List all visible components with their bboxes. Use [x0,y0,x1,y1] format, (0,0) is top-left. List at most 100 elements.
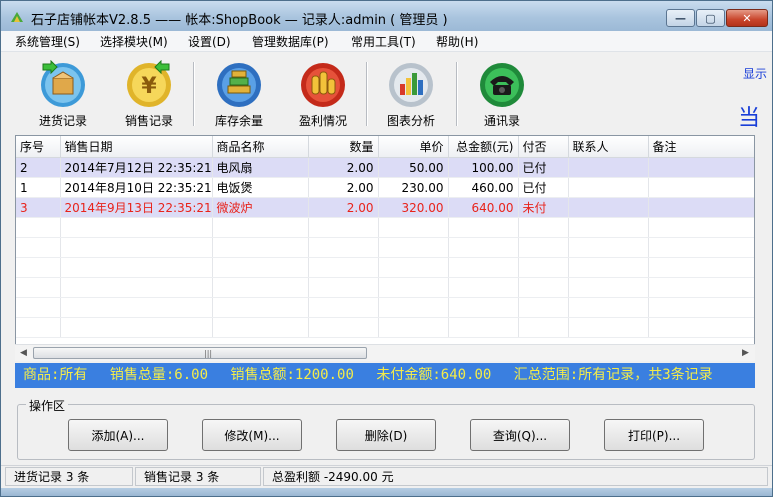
cell-product: 微波炉 [212,197,309,218]
scroll-left-icon[interactable]: ◀ [20,348,27,358]
empty-row [16,297,754,318]
cell-id: 3 [16,197,61,218]
toolbar-purchase-label: 进货记录 [38,114,87,128]
column-header-price[interactable]: 单价 [378,136,449,158]
column-header-paid[interactable]: 付否 [518,136,569,158]
empty-row [16,257,754,278]
title-bar[interactable]: 石子店铺帐本V2.8.5 —— 帐本:ShopBook — 记录人:admin … [1,1,772,31]
toolbar-stock-button[interactable]: 库存余量 [201,58,277,130]
query-button[interactable]: 查询(Q)... [470,419,570,451]
toolbar-purchase-button[interactable]: 进货记录 [25,58,101,130]
column-header-note[interactable]: 备注 [648,136,754,158]
column-header-product[interactable]: 商品名称 [212,136,309,158]
edit-button[interactable]: 修改(M)... [202,419,302,451]
main-window: 石子店铺帐本V2.8.5 —— 帐本:ShopBook — 记录人:admin … [0,0,773,497]
horizontal-scrollbar[interactable]: ◀ ||| ▶ [15,344,755,361]
status-sales-count: 销售记录 3 条 [135,467,261,486]
phone-icon [480,63,524,107]
toolbar-profit-button[interactable]: 盈利情况 [285,58,361,130]
cell-price: 230.00 [378,177,449,198]
menu-database[interactable]: 管理数据库(P) [252,33,329,50]
cell-note [648,177,754,198]
toolbar-separator [456,62,458,126]
column-header-contact[interactable]: 联系人 [568,136,649,158]
menu-tools[interactable]: 常用工具(T) [351,33,416,50]
grip-icon: ||| [204,349,213,358]
chart-icon [389,63,433,107]
cell-id: 2 [16,157,61,178]
scrollbar-thumb[interactable]: ||| [33,347,367,359]
delete-button[interactable]: 删除(D) [336,419,436,451]
summary-range: 汇总范围:所有记录，共3条记录 [513,367,713,383]
window-title: 石子店铺帐本V2.8.5 —— 帐本:ShopBook — 记录人:admin … [31,13,448,28]
summary-unpaid: 未付金额:640.00 [376,367,492,383]
toolbar-chart-label: 图表分析 [386,114,435,128]
operation-group-legend: 操作区 [26,397,69,414]
cell-paid: 未付 [518,197,569,218]
empty-row [16,217,754,238]
svg-text:¥: ¥ [141,74,157,99]
cell-total: 640.00 [448,197,519,218]
toolbar: 进货记录 ¥ 销售记录 库存余量 盈利情况 图表分析 通讯录 显示 当 [1,52,772,134]
toolbar-contacts-button[interactable]: 通讯录 [464,58,540,130]
cell-qty: 2.00 [308,197,379,218]
cell-date: 2014年9月13日 22:35:21 [60,197,213,218]
menu-help[interactable]: 帮助(H) [436,33,478,50]
empty-row [16,317,754,338]
side-show-link[interactable]: 显示 [743,65,767,82]
cell-note [648,197,754,218]
column-header-date[interactable]: 销售日期 [60,136,213,158]
column-header-qty[interactable]: 数量 [308,136,379,158]
stack-icon [217,63,261,107]
close-button[interactable]: ✕ [726,9,768,27]
menu-system[interactable]: 系统管理(S) [15,33,80,50]
cell-product: 电风扇 [212,157,309,178]
add-button[interactable]: 添加(A)... [68,419,168,451]
status-purchase-count: 进货记录 3 条 [5,467,133,486]
sales-table: 序号 销售日期 商品名称 数量 单价 总金额(元) 付否 联系人 备注 2 20… [15,135,755,361]
toolbar-separator [193,62,195,126]
status-total-profit: 总盈利额 -2490.00 元 [263,467,768,486]
cell-qty: 2.00 [308,177,379,198]
empty-row [16,237,754,258]
column-header-total[interactable]: 总金额(元) [448,136,519,158]
yen-coin-icon: ¥ [127,60,171,107]
summary-bar: 商品:所有 销售总量:6.00 销售总额:1200.00 未付金额:640.00… [15,363,755,388]
toolbar-profit-label: 盈利情况 [298,114,347,128]
cell-product: 电饭煲 [212,177,309,198]
table-row[interactable]: 2 2014年7月12日 22:35:21 电风扇 2.00 50.00 100… [16,157,754,178]
menu-bar: 系统管理(S) 选择模块(M) 设置(D) 管理数据库(P) 常用工具(T) 帮… [1,31,772,52]
summary-total-qty: 销售总量:6.00 [109,367,209,383]
cell-price: 320.00 [378,197,449,218]
app-leaf-icon [11,12,23,22]
summary-product: 商品:所有 [23,367,88,383]
cell-contact [568,177,649,198]
table-row[interactable]: 3 2014年9月13日 22:35:21 微波炉 2.00 320.00 64… [16,197,754,218]
scroll-right-icon[interactable]: ▶ [742,348,749,358]
cell-date: 2014年8月10日 22:35:21 [60,177,213,198]
toolbar-sales-button[interactable]: ¥ 销售记录 [111,58,187,130]
operation-group: 操作区 添加(A)... 修改(M)... 删除(D) 查询(Q)... 打印(… [17,397,755,460]
cell-note [648,157,754,178]
toolbar-chart-button[interactable]: 图表分析 [373,58,449,130]
toolbar-separator [366,62,368,126]
menu-settings[interactable]: 设置(D) [188,33,231,50]
toolbar-contacts-label: 通讯录 [483,114,520,128]
cell-total: 100.00 [448,157,519,178]
empty-row [16,277,754,298]
side-panel-text: 当 [738,106,761,131]
cell-date: 2014年7月12日 22:35:21 [60,157,213,178]
column-header-id[interactable]: 序号 [16,136,61,158]
table-row[interactable]: 1 2014年8月10日 22:35:21 电饭煲 2.00 230.00 46… [16,177,754,198]
box-in-icon [41,60,85,107]
cell-id: 1 [16,177,61,198]
toolbar-stock-label: 库存余量 [214,114,263,128]
maximize-button[interactable]: ▢ [696,9,725,27]
cell-contact [568,197,649,218]
minimize-button[interactable]: — [666,9,695,27]
print-button[interactable]: 打印(P)... [604,419,704,451]
window-bottom-border [1,488,772,496]
menu-select-module[interactable]: 选择模块(M) [100,33,168,50]
cell-contact [568,157,649,178]
toolbar-sales-label: 销售记录 [124,114,173,128]
